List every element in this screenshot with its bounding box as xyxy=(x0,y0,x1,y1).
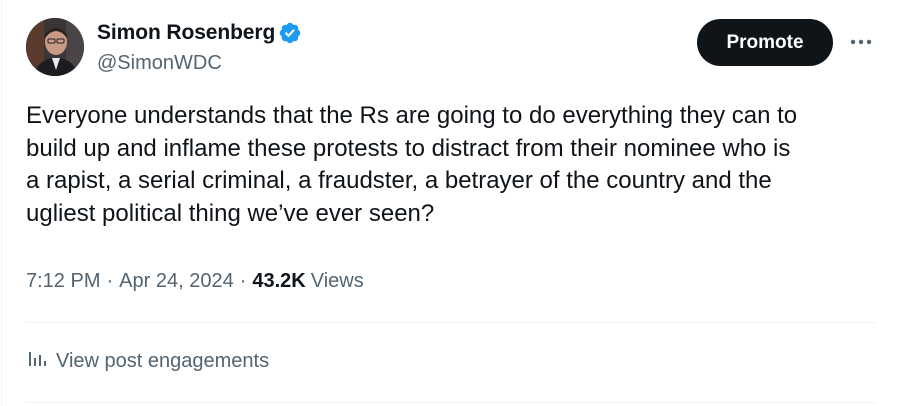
left-border xyxy=(1,0,2,406)
tweet-text-line: ugliest political thing we’ve ever seen? xyxy=(26,199,435,227)
meta-separator: · xyxy=(106,270,114,292)
views-label: Views xyxy=(310,270,364,292)
meta-separator: · xyxy=(239,270,247,292)
tweet-date[interactable]: Apr 24, 2024 xyxy=(119,270,234,293)
tweet-text-line: a rapist, a serial criminal, a fraudster… xyxy=(26,167,772,194)
tweet-text-line: build up and inflame these protests to d… xyxy=(26,134,791,162)
divider xyxy=(26,322,876,323)
tweet-meta: 7:12 PM · Apr 24, 2024 · 43.2K Views xyxy=(26,270,364,293)
author-display-name[interactable]: Simon Rosenberg xyxy=(97,21,275,45)
view-engagements-label: View post engagements xyxy=(56,350,270,372)
verified-badge-icon[interactable] xyxy=(278,21,302,45)
avatar[interactable] xyxy=(26,18,84,76)
views-count: 43.2K xyxy=(252,270,306,292)
tweet-text-line: Everyone understands that the Rs are goi… xyxy=(26,102,798,129)
more-horizontal-icon[interactable] xyxy=(846,30,876,54)
divider xyxy=(26,402,876,403)
promote-button[interactable]: Promote xyxy=(697,19,833,66)
tweet-text: Everyone understands that the Rs are goi… xyxy=(26,100,882,230)
analytics-icon xyxy=(26,348,48,375)
author-handle[interactable]: @SimonWDC xyxy=(97,52,222,75)
tweet-time[interactable]: 7:12 PM xyxy=(26,270,100,293)
author-name-row: Simon Rosenberg xyxy=(97,20,302,46)
view-engagements-link[interactable]: View post engagements xyxy=(26,348,269,375)
